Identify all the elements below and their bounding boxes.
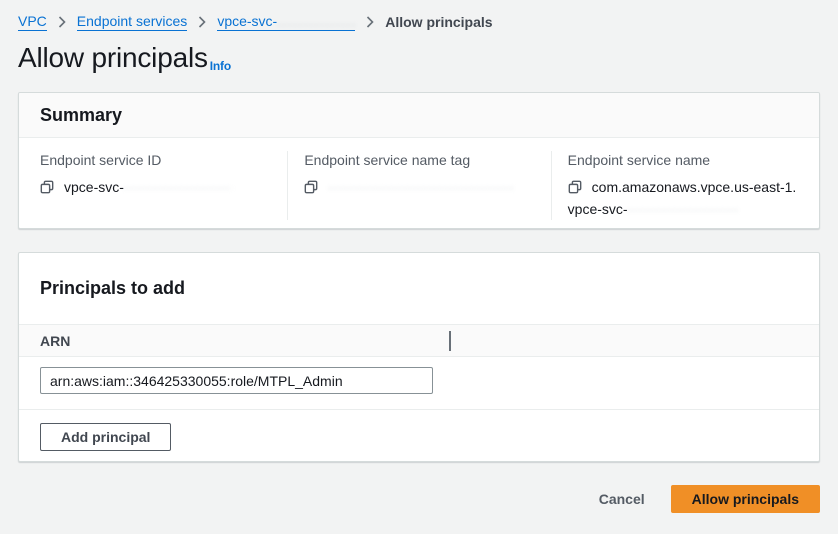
field-value: vpce-svc-...............................… <box>40 176 269 198</box>
copy-icon[interactable] <box>304 180 318 194</box>
principals-to-add-card: Principals to add ARN Add principal <box>18 252 820 462</box>
redacted-text: ........................................… <box>277 15 355 29</box>
summary-card: Summary Endpoint service ID vpce-svc-...… <box>18 92 820 229</box>
redacted-text: ........................................… <box>628 200 740 214</box>
summary-card-header: Summary <box>19 93 819 138</box>
breadcrumb-link-service-id[interactable]: vpce-svc- ..............................… <box>217 13 355 31</box>
allow-principals-button[interactable]: Allow principals <box>671 485 820 513</box>
redacted-text: ........................................… <box>124 178 232 192</box>
endpoint-service-id-prefix: vpce-svc- <box>64 179 124 195</box>
arn-input-row <box>19 357 819 400</box>
column-divider <box>449 331 451 351</box>
cancel-button[interactable]: Cancel <box>599 491 645 507</box>
field-value: com.amazonaws.vpce.us-east-1.vpce-svc-..… <box>568 176 798 220</box>
summary-field-endpoint-service-name-tag: Endpoint service name tag ..............… <box>287 151 550 220</box>
page-actions: Cancel Allow principals <box>18 485 820 513</box>
principals-title: Principals to add <box>40 278 185 299</box>
summary-field-endpoint-service-id: Endpoint service ID vpce-svc-...........… <box>40 151 287 220</box>
principals-card-footer: Add principal <box>19 409 819 464</box>
field-label: Endpoint service ID <box>40 151 269 169</box>
field-label: Endpoint service name <box>568 151 798 169</box>
breadcrumb-link-endpoint-services[interactable]: Endpoint services <box>77 13 188 31</box>
summary-body: Endpoint service ID vpce-svc-...........… <box>19 138 819 220</box>
summary-field-endpoint-service-name: Endpoint service name com.amazonaws.vpce… <box>551 151 798 220</box>
chevron-right-icon <box>366 16 374 28</box>
field-value: ........................................… <box>304 176 536 198</box>
add-principal-button[interactable]: Add principal <box>40 423 171 451</box>
breadcrumb-current: Allow principals <box>385 14 492 30</box>
breadcrumb: VPC Endpoint services vpce-svc- ........… <box>18 12 493 32</box>
chevron-right-icon <box>58 16 66 28</box>
copy-icon[interactable] <box>40 180 54 194</box>
field-label: Endpoint service name tag <box>304 151 536 169</box>
arn-table-header: ARN <box>19 324 819 357</box>
principals-card-header: Principals to add <box>19 253 819 324</box>
arn-column-header: ARN <box>40 333 70 349</box>
info-link[interactable]: Info <box>210 59 231 73</box>
breadcrumb-service-id-prefix: vpce-svc- <box>217 13 277 30</box>
copy-icon[interactable] <box>568 180 582 194</box>
page-title: Allow principalsInfo <box>18 42 231 74</box>
breadcrumb-link-vpc[interactable]: VPC <box>18 13 47 31</box>
summary-title: Summary <box>40 105 122 126</box>
redacted-text: ........................................… <box>328 178 516 192</box>
allow-principals-page: { "colors": { "page_background": "#f2f3f… <box>0 0 838 534</box>
chevron-right-icon <box>198 16 206 28</box>
arn-input[interactable] <box>40 367 433 394</box>
page-title-text: Allow principals <box>18 42 208 73</box>
